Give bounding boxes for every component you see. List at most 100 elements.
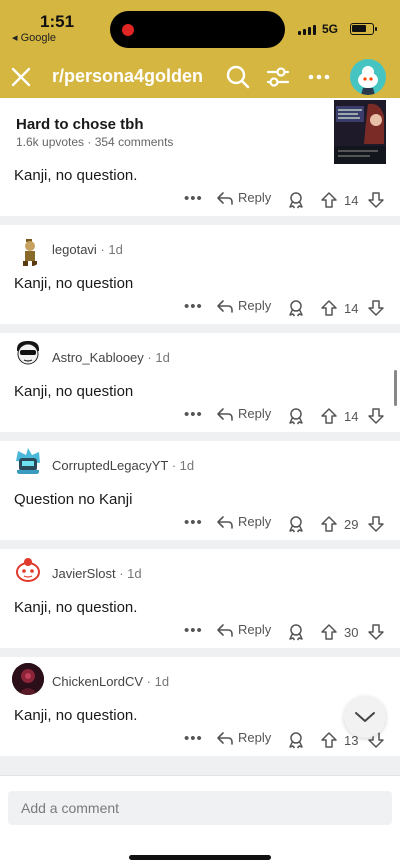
- upvote-icon[interactable]: [320, 731, 338, 754]
- avatar[interactable]: [12, 663, 44, 695]
- more-icon[interactable]: •••: [184, 190, 203, 207]
- comment[interactable]: JavierSlost · 1d Kanji, no question. •••…: [0, 549, 400, 648]
- reply-button[interactable]: Reply: [216, 514, 271, 529]
- award-icon[interactable]: [287, 407, 305, 430]
- comment[interactable]: ChickenLordCV · 1d Kanji, no question. •…: [0, 657, 400, 756]
- user-avatar[interactable]: [350, 59, 386, 95]
- sort-icon[interactable]: [265, 65, 291, 94]
- award-icon[interactable]: [287, 515, 305, 538]
- award-icon[interactable]: [287, 299, 305, 322]
- reply-label: Reply: [238, 298, 272, 313]
- avatar[interactable]: [12, 337, 44, 369]
- reply-label: Reply: [238, 730, 272, 745]
- award-icon[interactable]: [287, 191, 305, 214]
- reply-label: Reply: [238, 622, 272, 637]
- vote-count: 14: [344, 301, 359, 316]
- more-icon[interactable]: •••: [184, 298, 203, 315]
- downvote-icon[interactable]: [367, 623, 385, 646]
- separator: [0, 324, 400, 333]
- comment-actions: ••• Reply 29: [0, 514, 400, 536]
- comment-body: Kanji, no question.: [14, 599, 138, 616]
- comment-actions: ••• Reply 14: [0, 406, 400, 428]
- upvote-icon[interactable]: [320, 191, 338, 214]
- comment-body: Kanji, no question: [14, 383, 134, 400]
- reply-icon: [217, 731, 233, 745]
- comment-age: · 1d: [171, 458, 195, 473]
- comment-author[interactable]: Astro_Kablooey · 1d: [52, 350, 170, 365]
- next-comment-button[interactable]: [344, 696, 386, 738]
- network-label: 5G: [322, 22, 339, 36]
- username[interactable]: ChickenLordCV: [52, 674, 143, 689]
- recording-indicator: [122, 24, 134, 36]
- battery-icon: [350, 23, 377, 35]
- downvote-icon[interactable]: [367, 407, 385, 430]
- reply-icon: [217, 515, 233, 529]
- reply-button[interactable]: Reply: [216, 406, 271, 421]
- separator: [0, 756, 400, 775]
- username[interactable]: JavierSlost: [52, 566, 116, 581]
- comment-author[interactable]: CorruptedLegacyYT · 1d: [52, 458, 194, 473]
- post-thumbnail[interactable]: [334, 100, 386, 164]
- status-bar: 1:51 ◂ Google 5G: [0, 0, 400, 56]
- comment-body: Kanji, no question.: [14, 707, 138, 724]
- comment[interactable]: CorruptedLegacyYT · 1d Question no Kanji…: [0, 441, 400, 540]
- avatar[interactable]: [12, 445, 44, 477]
- more-icon[interactable]: [308, 65, 330, 94]
- avatar[interactable]: [12, 553, 44, 585]
- comment-actions: ••• Reply 13: [0, 730, 400, 752]
- comment-body: Question no Kanji: [14, 491, 133, 508]
- comment-author[interactable]: legotavi · 1d: [52, 242, 123, 257]
- reply-label: Reply: [238, 406, 272, 421]
- home-indicator[interactable]: [129, 855, 271, 860]
- more-icon[interactable]: •••: [184, 514, 203, 531]
- more-icon[interactable]: •••: [184, 622, 203, 639]
- post-title[interactable]: Hard to chose tbh: [16, 116, 144, 133]
- separator: [0, 216, 400, 225]
- close-icon[interactable]: [8, 64, 34, 95]
- reply-button[interactable]: Reply: [216, 190, 271, 205]
- reply-button[interactable]: Reply: [216, 622, 271, 637]
- award-icon[interactable]: [287, 623, 305, 646]
- back-to-app-link[interactable]: ◂ Google: [12, 31, 56, 44]
- reply-button[interactable]: Reply: [216, 298, 271, 313]
- comment[interactable]: legotavi · 1d Kanji, no question ••• Rep…: [0, 225, 400, 324]
- separator: [0, 648, 400, 657]
- reply-icon: [217, 623, 233, 637]
- more-icon[interactable]: •••: [184, 730, 203, 747]
- downvote-icon[interactable]: [367, 191, 385, 214]
- reply-label: Reply: [238, 190, 272, 205]
- upvote-icon[interactable]: [320, 623, 338, 646]
- vote-count: 30: [344, 625, 359, 640]
- comment[interactable]: Astro_Kablooey · 1d Kanji, no question •…: [0, 333, 400, 432]
- search-icon[interactable]: [225, 64, 251, 95]
- post-header[interactable]: Hard to chose tbh 1.6k upvotes · 354 com…: [0, 98, 400, 216]
- scrollbar[interactable]: [394, 370, 397, 406]
- username[interactable]: legotavi: [52, 242, 97, 257]
- upvote-icon[interactable]: [320, 407, 338, 430]
- comment-age: · 1d: [100, 242, 123, 257]
- comment-author[interactable]: ChickenLordCV · 1d: [52, 674, 169, 689]
- reply-icon: [217, 191, 233, 205]
- vote-count: 14: [344, 409, 359, 424]
- dynamic-island: [110, 11, 285, 48]
- username[interactable]: Astro_Kablooey: [52, 350, 144, 365]
- more-icon[interactable]: •••: [184, 406, 203, 423]
- upvote-icon[interactable]: [320, 299, 338, 322]
- signal-icon: [298, 25, 316, 35]
- award-icon[interactable]: [287, 731, 305, 754]
- comment-body: Kanji, no question: [14, 275, 134, 292]
- comment-body: Kanji, no question.: [14, 167, 138, 184]
- subreddit-title[interactable]: r/persona4golden: [52, 66, 203, 87]
- avatar[interactable]: [12, 235, 44, 267]
- downvote-icon[interactable]: [367, 299, 385, 322]
- add-comment-input[interactable]: [8, 791, 392, 825]
- reply-button[interactable]: Reply: [216, 730, 271, 745]
- downvote-icon[interactable]: [367, 515, 385, 538]
- username[interactable]: CorruptedLegacyYT: [52, 458, 168, 473]
- upvote-icon[interactable]: [320, 515, 338, 538]
- comment-actions: ••• Reply 30: [0, 622, 400, 644]
- comment-author[interactable]: JavierSlost · 1d: [52, 566, 142, 581]
- subreddit-header: r/persona4golden: [0, 56, 400, 98]
- chevron-down-icon: [355, 712, 375, 722]
- comment-composer: [0, 775, 400, 867]
